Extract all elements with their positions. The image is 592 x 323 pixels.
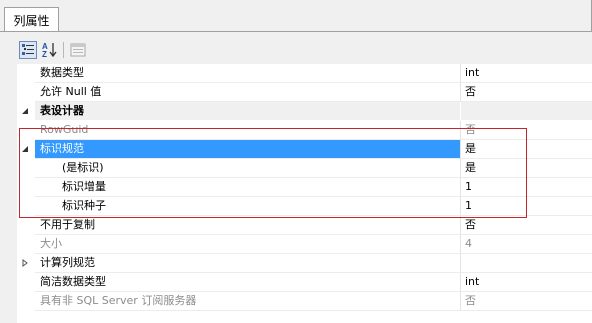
- collapse-triangle-icon[interactable]: [20, 106, 30, 116]
- property-value[interactable]: int: [461, 64, 592, 82]
- property-row-non-sql-subscriber[interactable]: 具有非 SQL Server 订阅服务器 否: [17, 292, 592, 311]
- property-value[interactable]: 否: [461, 292, 592, 310]
- property-row-condensed-type[interactable]: 简洁数据类型 int: [17, 273, 592, 292]
- property-row-allow-null[interactable]: 允许 Null 值 否: [17, 83, 592, 102]
- property-name: 标识种子: [62, 199, 106, 212]
- property-name: 具有非 SQL Server 订阅服务器: [40, 294, 197, 307]
- property-row-rowguid[interactable]: RowGuid 否: [17, 121, 592, 140]
- property-value[interactable]: int: [461, 273, 592, 291]
- property-row-identity-seed[interactable]: 标识种子 1: [17, 197, 592, 216]
- property-value[interactable]: 是: [461, 159, 592, 177]
- property-value[interactable]: 否: [461, 121, 592, 139]
- property-value[interactable]: [461, 254, 592, 272]
- property-name: 标识规范: [35, 140, 460, 158]
- tab-column-properties[interactable]: 列属性: [4, 7, 59, 32]
- tab-label: 列属性: [13, 13, 50, 28]
- tab-strip: 列属性: [0, 0, 592, 32]
- svg-text:Z: Z: [42, 50, 47, 59]
- property-name: 不用于复制: [40, 218, 95, 231]
- property-row-not-for-replication[interactable]: 不用于复制 否: [17, 216, 592, 235]
- property-name: 简洁数据类型: [40, 275, 106, 288]
- property-row-size[interactable]: 大小 4: [17, 235, 592, 254]
- property-value[interactable]: 4: [461, 235, 592, 253]
- property-grid: 数据类型 int 允许 Null 值 否 表设计器 RowGuid 否 标识规范…: [17, 64, 592, 323]
- collapse-triangle-icon[interactable]: [20, 144, 30, 154]
- property-row-computed-column[interactable]: 计算列规范: [17, 254, 592, 273]
- alphabetical-button[interactable]: A Z: [41, 41, 59, 59]
- category-label: 表设计器: [35, 102, 460, 120]
- property-row-data-type[interactable]: 数据类型 int: [17, 64, 592, 83]
- property-row-identity-increment[interactable]: 标识增量 1: [17, 178, 592, 197]
- categorized-button[interactable]: [19, 41, 37, 59]
- toolbar-separator: [63, 42, 64, 58]
- property-value[interactable]: 否: [461, 216, 592, 234]
- property-name: RowGuid: [40, 123, 89, 136]
- property-pages-icon: [70, 43, 86, 57]
- property-toolbar: A Z: [0, 32, 592, 64]
- expand-triangle-icon[interactable]: [20, 258, 30, 268]
- property-value[interactable]: 1: [461, 197, 592, 215]
- categorized-view-icon: [22, 44, 34, 55]
- property-value[interactable]: 是: [461, 140, 592, 158]
- category-value: [461, 102, 592, 120]
- property-pages-button[interactable]: [69, 41, 87, 59]
- property-value[interactable]: 1: [461, 178, 592, 196]
- property-name: 数据类型: [40, 66, 84, 79]
- property-row-is-identity[interactable]: (是标识) 是: [17, 159, 592, 178]
- property-name: 允许 Null 值: [40, 85, 102, 98]
- property-name: 标识增量: [62, 180, 106, 193]
- property-name: 大小: [40, 237, 62, 250]
- category-table-designer[interactable]: 表设计器: [17, 102, 592, 121]
- property-value[interactable]: 否: [461, 83, 592, 101]
- property-name: 计算列规范: [40, 256, 95, 269]
- property-row-identity-spec[interactable]: 标识规范 是: [17, 140, 592, 159]
- alphabetical-sort-icon: A Z: [42, 42, 57, 59]
- property-name: (是标识): [62, 161, 104, 174]
